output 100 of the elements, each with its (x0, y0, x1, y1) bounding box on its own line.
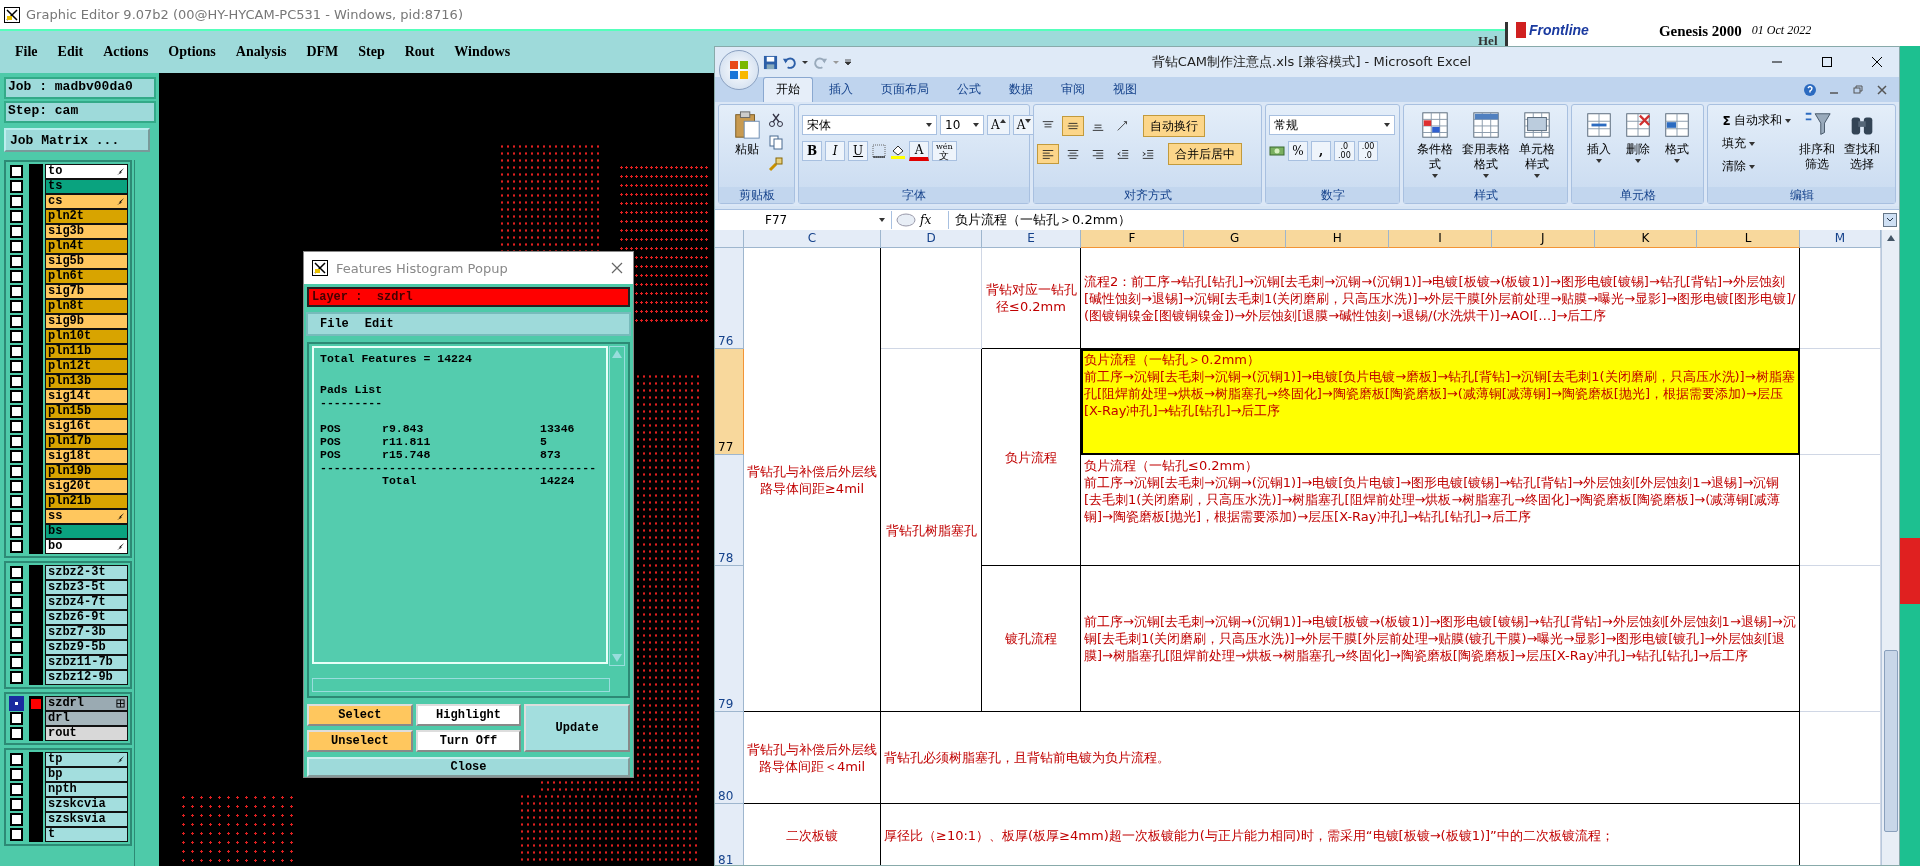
vertical-align-icon[interactable] (1062, 116, 1084, 136)
menu-item[interactable]: File (15, 44, 38, 60)
layer-checkbox[interactable] (10, 225, 23, 238)
layer-checkbox[interactable] (10, 540, 23, 553)
menu-item[interactable]: Step (358, 44, 385, 60)
menu-item[interactable]: Rout (404, 44, 435, 60)
layer-item[interactable]: szskcvia (45, 797, 128, 812)
layer-checkbox[interactable] (10, 300, 23, 313)
layer-item[interactable]: pln15b (45, 404, 128, 419)
phonetic-button[interactable]: wén 文 (932, 141, 957, 161)
layer-checkbox[interactable] (10, 525, 23, 538)
scroll-up-icon[interactable] (1886, 235, 1895, 241)
menu-item[interactable]: Windows (454, 44, 511, 60)
layer-checkbox[interactable] (10, 783, 23, 796)
help-icon[interactable] (1803, 83, 1817, 97)
layer-item[interactable]: pln13b (45, 374, 128, 389)
expand-icon[interactable] (1883, 213, 1897, 227)
layer-item[interactable]: szbz2-3t (45, 565, 128, 580)
layer-checkbox[interactable] (10, 435, 23, 448)
popup-button[interactable]: Update (524, 703, 630, 752)
layer-checkbox[interactable] (10, 390, 23, 403)
layer-item[interactable]: szbz12-9b (45, 670, 128, 685)
layer-checkbox[interactable] (10, 768, 23, 781)
layer-checkbox[interactable] (10, 240, 23, 253)
style-button[interactable]: 条件格式 (1413, 108, 1456, 180)
layer-checkbox[interactable] (10, 697, 23, 710)
layer-item[interactable]: drl (45, 711, 128, 726)
column-header[interactable]: C (744, 230, 881, 248)
layer-checkbox[interactable] (10, 753, 23, 766)
column-header[interactable]: M (1800, 230, 1881, 248)
layer-checkbox[interactable] (10, 495, 23, 508)
ribbon-tab[interactable]: 视图 (1101, 78, 1149, 102)
vertical-scrollbar[interactable] (609, 345, 625, 666)
restore-icon[interactable] (1851, 83, 1865, 97)
layer-item[interactable]: sig16t (45, 419, 128, 434)
font-name-field[interactable]: 宋体 (802, 115, 937, 135)
cells-button[interactable]: 删除 (1619, 108, 1656, 165)
layer-item[interactable]: szbz7-3b (45, 625, 128, 640)
layer-item[interactable]: cs (45, 194, 128, 209)
layer-item[interactable]: pln11b (45, 344, 128, 359)
layer-checkbox[interactable] (10, 656, 23, 669)
ribbon-tab[interactable]: 审阅 (1049, 78, 1097, 102)
layer-item[interactable]: pln6t (45, 269, 128, 284)
autosum-button[interactable]: Σ 自动求和 (1720, 112, 1793, 129)
layer-item[interactable]: szsksvia (45, 812, 128, 827)
layer-item[interactable]: szbz3-5t (45, 580, 128, 595)
ribbon-tab[interactable]: 页面布局 (869, 78, 941, 102)
layer-checkbox[interactable] (10, 611, 23, 624)
layer-checkbox[interactable] (10, 165, 23, 178)
scroll-thumb[interactable] (1884, 650, 1898, 832)
job-matrix-button[interactable]: Job Matrix ... (4, 128, 150, 152)
font-color-button[interactable]: A (909, 141, 929, 161)
fill-button[interactable]: 填充 (1720, 135, 1758, 152)
border-icon[interactable] (871, 143, 887, 159)
menu-item[interactable]: Hel (1478, 33, 1498, 49)
function-label[interactable]: fx (920, 213, 944, 227)
layer-item[interactable]: t (45, 827, 128, 842)
layer-item[interactable]: szbz9-5b (45, 640, 128, 655)
layer-item[interactable]: tp (45, 752, 128, 767)
layer-checkbox[interactable] (10, 210, 23, 223)
layer-item[interactable]: bp (45, 767, 128, 782)
copy-icon[interactable] (768, 134, 784, 150)
layer-item[interactable]: rout (45, 726, 128, 741)
ribbon-tab[interactable]: 公式 (945, 78, 993, 102)
layer-item[interactable]: to (45, 164, 128, 179)
popup-button[interactable]: Turn Off (415, 729, 522, 752)
layer-item[interactable]: szbz4-7t (45, 595, 128, 610)
layer-checkbox[interactable] (10, 270, 23, 283)
layer-item[interactable]: pln19b (45, 464, 128, 479)
comma-button[interactable]: , (1311, 141, 1331, 161)
layer-checkbox[interactable] (10, 330, 23, 343)
layer-checkbox[interactable] (10, 375, 23, 388)
layer-checkbox[interactable] (10, 671, 23, 684)
layer-checkbox[interactable] (10, 405, 23, 418)
name-box[interactable]: F77 (715, 211, 892, 229)
layer-checkbox[interactable] (10, 712, 23, 725)
layer-item[interactable]: pln12t (45, 359, 128, 374)
cells-button[interactable]: 插入 (1580, 108, 1617, 165)
column-header[interactable]: I (1389, 230, 1492, 248)
layer-item[interactable]: pln10t (45, 329, 128, 344)
clear-button[interactable]: 清除 (1720, 158, 1758, 175)
row-header[interactable]: 81 (715, 804, 744, 865)
layer-item[interactable]: sig18t (45, 449, 128, 464)
customize-icon[interactable] (844, 58, 852, 66)
layer-item[interactable]: sig20t (45, 479, 128, 494)
layer-checkbox[interactable] (10, 465, 23, 478)
layer-checkbox[interactable] (10, 180, 23, 193)
layer-item[interactable]: sig9b (45, 314, 128, 329)
layer-checkbox[interactable] (10, 798, 23, 811)
layer-checkbox[interactable] (10, 641, 23, 654)
menu-item[interactable]: Actions (103, 44, 149, 60)
layer-checkbox[interactable] (10, 581, 23, 594)
column-header[interactable]: J (1491, 230, 1595, 248)
layer-item[interactable]: pln2t (45, 209, 128, 224)
caret-icon[interactable] (801, 58, 809, 66)
paste-button[interactable]: 粘贴 (729, 108, 765, 159)
layer-item[interactable]: npth (45, 782, 128, 797)
layer-checkbox[interactable] (10, 510, 23, 523)
layer-checkbox[interactable] (10, 626, 23, 639)
column-header[interactable]: L (1697, 230, 1800, 248)
